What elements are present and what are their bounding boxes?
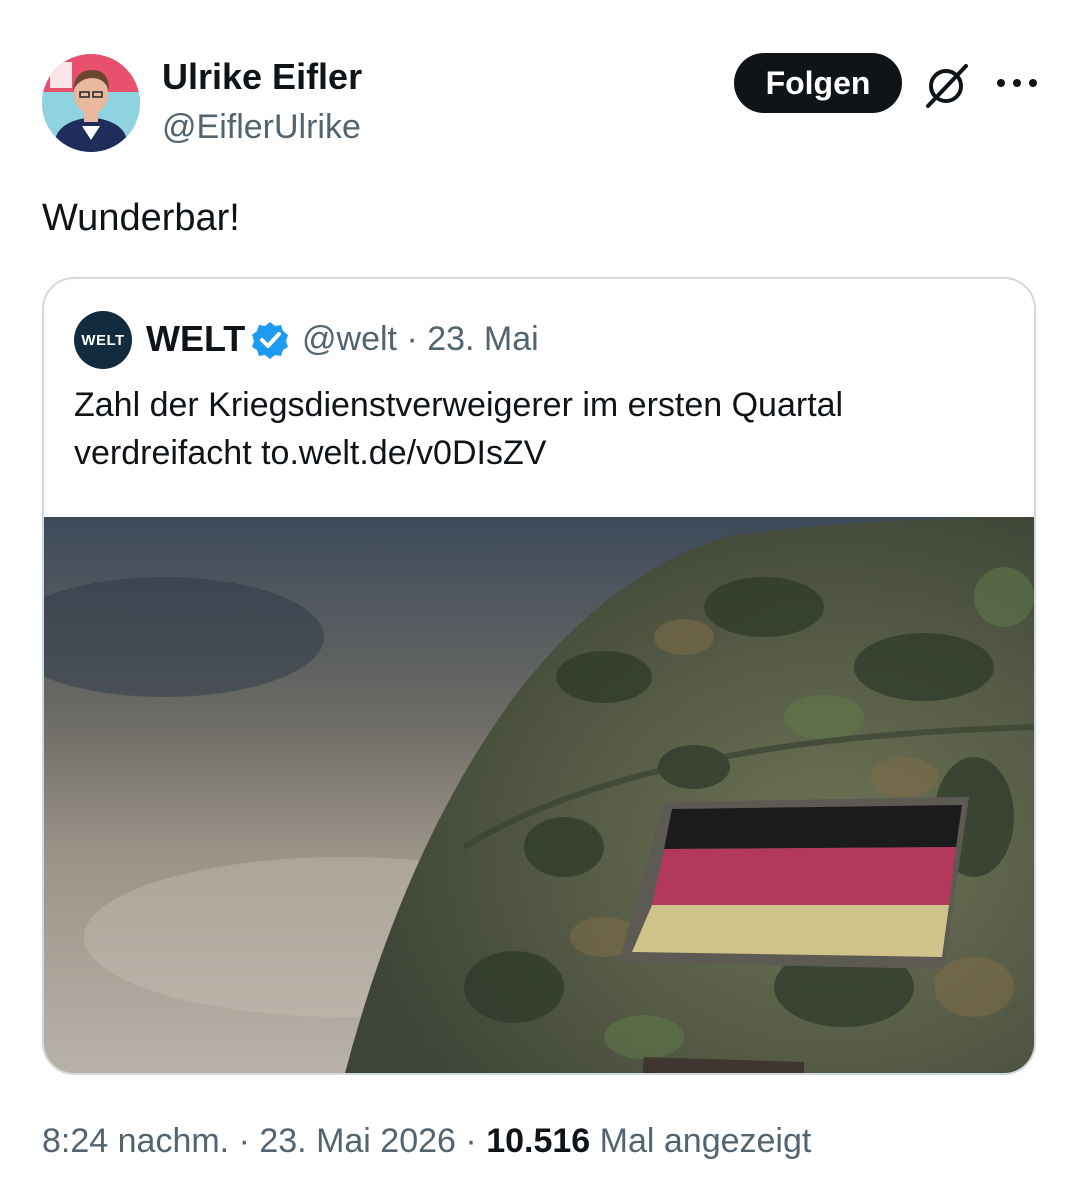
meta-separator: ·	[465, 1122, 477, 1160]
tweet-text: Wunderbar!	[42, 197, 240, 239]
author-avatar-image	[42, 54, 140, 152]
quoted-author-handle[interactable]: @welt	[302, 320, 397, 358]
follow-button[interactable]: Folgen	[734, 53, 902, 113]
quoted-author-avatar[interactable]: WELT	[74, 311, 132, 369]
tweet-date[interactable]: 23. Mai 2026	[259, 1122, 456, 1160]
view-label[interactable]: Mal angezeigt	[600, 1122, 812, 1160]
more-options-icon[interactable]	[994, 70, 1040, 96]
author-name[interactable]: Ulrike Eifler	[162, 56, 362, 98]
verified-badge-icon	[252, 322, 288, 359]
tweet-time[interactable]: 8:24 nachm.	[42, 1122, 229, 1160]
quoted-author-name[interactable]: WELT	[146, 317, 245, 361]
author-handle[interactable]: @EiflerUlrike	[162, 106, 361, 148]
view-count[interactable]: 10.516	[486, 1122, 590, 1160]
meta-separator: ·	[238, 1122, 250, 1160]
tweet-meta: 8:24 nachm. · 23. Mai 2026 · 10.516 Mal …	[42, 1120, 811, 1162]
quoted-tweet-card[interactable]: WELT WELT @welt · 23. Mai Zahl der Krieg…	[42, 277, 1036, 1075]
flag-patch	[619, 797, 969, 969]
quoted-date[interactable]: 23. Mai	[427, 320, 539, 358]
meta-separator: ·	[406, 320, 418, 358]
quoted-meta: @welt · 23. Mai	[302, 317, 539, 361]
grok-icon[interactable]	[918, 58, 974, 114]
author-avatar[interactable]	[42, 54, 140, 152]
quoted-tweet-text: Zahl der Kriegsdienstverweigerer im erst…	[74, 386, 844, 472]
quoted-tweet-image[interactable]	[44, 517, 1036, 1075]
